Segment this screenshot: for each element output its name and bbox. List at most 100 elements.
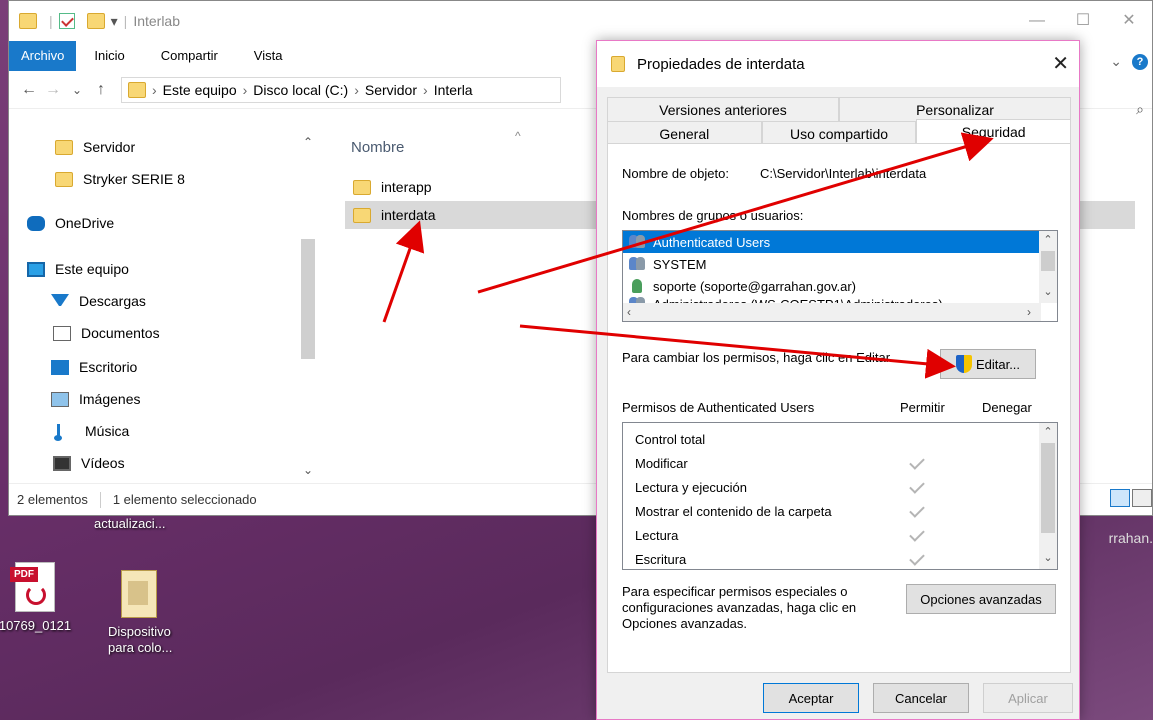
nav-item-onedrive[interactable]: OneDrive [27,207,114,239]
users-vscrollbar[interactable]: ⌃ ⌄ [1039,231,1057,303]
back-arrow-icon[interactable]: ← [17,81,41,99]
scroll-down-icon[interactable]: ⌄ [1039,285,1057,298]
music-icon [54,423,75,441]
tab-general[interactable]: General [607,121,762,145]
permissions-scroll-thumb[interactable] [1041,443,1055,533]
desktop-pdf-file[interactable]: PDF 10769_0121 [0,562,80,634]
nav-item-servidor[interactable]: Servidor [55,131,135,163]
desktop-icon-label-cut: actualizaci... [94,516,166,531]
scroll-left-icon[interactable]: ‹ [627,303,631,321]
help-icon[interactable]: ? [1132,53,1148,70]
up-arrow-icon[interactable]: ↑ [89,81,113,99]
download-icon [51,293,69,309]
permission-row: Escritura [623,547,1057,569]
new-folder-quick-icon[interactable] [86,13,105,29]
folder-icon [353,207,371,223]
ok-button[interactable]: Aceptar [763,683,859,713]
computer-icon [27,261,45,277]
pictures-icon [51,391,69,407]
breadcrumb-servidor[interactable]: Servidor [365,82,417,98]
nav-item-descargas[interactable]: Descargas [51,285,146,317]
permission-row: Lectura [623,523,1057,547]
nav-item-este-equipo[interactable]: Este equipo [27,253,129,285]
tab-vista[interactable]: Vista [236,41,301,71]
scroll-down-icon[interactable]: ⌄ [299,463,317,477]
desktop-doc-file[interactable]: Dispositivo para colo... [94,570,184,656]
properties-quick-icon[interactable] [58,13,75,29]
tab-versiones-anteriores[interactable]: Versiones anteriores [607,97,839,121]
users-group-icon [629,235,647,249]
advanced-hint: Para especificar permisos especiales o c… [622,584,857,631]
tab-uso-compartido[interactable]: Uso compartido [761,121,917,145]
edit-button[interactable]: Editar... [940,349,1036,379]
user-row-system[interactable]: SYSTEM [623,253,1057,275]
search-icon[interactable]: ⌕ [1136,101,1144,118]
user-icon [629,279,647,293]
navigation-pane: Servidor Stryker SERIE 8 OneDrive Este e… [9,129,329,485]
scroll-up-icon[interactable]: ⌃ [299,135,317,149]
object-name-value: C:\Servidor\Interlab\interdata [760,166,927,181]
users-listbox[interactable]: Authenticated Users SYSTEM soporte (sopo… [622,230,1058,322]
apply-button[interactable]: Aplicar [983,683,1073,713]
documents-icon [53,325,71,341]
dialog-titlebar: Propiedades de interdata [597,41,1079,87]
background-partial-text: rrahan. [1108,530,1153,546]
forward-arrow-icon[interactable]: → [41,81,65,99]
folder-icon [353,179,371,195]
column-header-nombre[interactable]: Nombre [351,139,404,156]
user-row-soporte[interactable]: soporte (soporte@garrahan.gov.ar) [623,275,1057,297]
nav-scrollbar[interactable]: ⌃ ⌄ [299,129,317,485]
allow-check-icon [909,478,925,494]
user-row-authenticated[interactable]: Authenticated Users [623,231,1057,253]
uac-shield-icon [955,355,972,373]
dialog-title: Propiedades de interdata [637,55,805,73]
edit-hint: Para cambiar los permisos, haga clic en … [622,350,893,365]
nav-item-documentos[interactable]: Documentos [53,317,160,349]
users-hscrollbar[interactable]: ‹ › [623,303,1041,321]
sort-ascending-icon: ^ [515,129,521,143]
object-name-label: Nombre de objeto: [622,166,729,181]
security-tab-panel: Nombre de objeto: C:\Servidor\Interlab\i… [607,143,1071,673]
pdf-file-icon: PDF [10,562,55,612]
large-icons-view-icon[interactable] [1132,489,1152,507]
permissions-vscrollbar[interactable]: ⌃ ⌄ [1039,423,1057,569]
cancel-button[interactable]: Cancelar [873,683,969,713]
ribbon-expand-icon[interactable]: ⌄ [1110,53,1122,70]
nav-item-musica[interactable]: Música [54,415,129,447]
scroll-up-icon[interactable]: ⌃ [1039,233,1057,246]
recent-locations-icon[interactable]: ⌄ [65,83,89,97]
users-scroll-thumb[interactable] [1041,251,1055,271]
tab-personalizar[interactable]: Personalizar [839,97,1071,121]
breadcrumb-disco-local[interactable]: Disco local (C:) [253,82,348,98]
file-row-interapp[interactable]: interapp [345,173,432,201]
breadcrumb-este-equipo[interactable]: Este equipo [163,82,237,98]
scroll-right-icon[interactable]: › [1027,303,1031,321]
allow-check-icon [909,454,925,470]
address-bar[interactable]: › Este equipo › Disco local (C:) › Servidor… [121,76,561,103]
minimize-button[interactable]: — [1014,1,1060,41]
folder-icon [55,139,73,155]
desktop-doc-label: Dispositivo para colo... [108,624,173,655]
details-view-icon[interactable] [1110,489,1130,507]
close-button[interactable]: ✕ [1106,1,1152,41]
nav-scroll-thumb[interactable] [301,239,315,359]
nav-item-imagenes[interactable]: Imágenes [51,383,140,415]
address-folder-icon [128,81,146,98]
dialog-close-button[interactable]: ✕ [1052,51,1069,76]
video-icon [53,455,71,471]
status-selected-count: 1 elemento seleccionado [112,492,257,507]
permission-row: Lectura y ejecución [623,475,1057,499]
quick-access-dropdown-icon[interactable]: ▾ [111,13,118,30]
maximize-button[interactable]: ☐ [1060,1,1106,41]
scroll-down-icon[interactable]: ⌄ [1039,551,1057,564]
tab-archivo[interactable]: Archivo [9,41,77,71]
nav-item-videos[interactable]: Vídeos [53,447,125,479]
nav-item-escritorio[interactable]: Escritorio [51,351,137,383]
status-item-count: 2 elementos [17,492,88,507]
breadcrumb-interlab[interactable]: Interla [434,82,473,98]
nav-item-stryker[interactable]: Stryker SERIE 8 [55,163,185,195]
tab-compartir[interactable]: Compartir [143,41,236,71]
advanced-options-button[interactable]: Opciones avanzadas [906,584,1056,614]
tab-inicio[interactable]: Inicio [76,41,142,71]
scroll-up-icon[interactable]: ⌃ [1039,425,1057,438]
